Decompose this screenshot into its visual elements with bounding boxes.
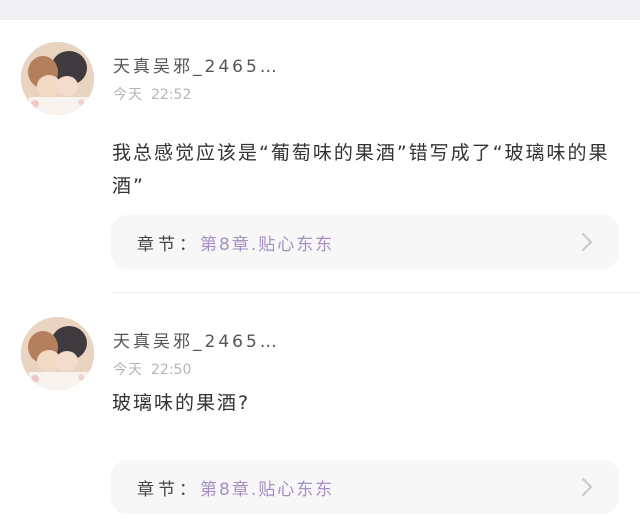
username[interactable]: 天真吴邪_2465… xyxy=(113,52,280,77)
avatar[interactable] xyxy=(21,317,94,390)
avatar[interactable] xyxy=(21,42,94,115)
timestamp-date: 今天 xyxy=(113,87,143,103)
avatar-image xyxy=(21,317,94,390)
chapter-link[interactable]: 第8章.贴心东东 xyxy=(200,475,334,500)
comment-text: 玻璃味的果酒? xyxy=(112,392,251,414)
comment-text: 我总感觉应该是“葡萄味的果酒”错写成了“玻璃味的果酒” xyxy=(112,142,610,197)
chapter-label: 章节： xyxy=(137,234,200,255)
timestamp: 今天 22:50 xyxy=(113,359,191,379)
chevron-right-icon xyxy=(582,478,592,496)
chapter-label: 章节： xyxy=(137,479,200,500)
divider xyxy=(111,292,640,293)
chapter-link-bar[interactable]: 章节： 第8章.贴心东东 xyxy=(111,460,619,514)
username[interactable]: 天真吴邪_2465… xyxy=(113,327,280,352)
timestamp: 今天 22:52 xyxy=(113,84,191,104)
timestamp-date: 今天 xyxy=(113,362,143,378)
chevron-right-icon xyxy=(582,233,592,251)
chapter-link[interactable]: 第8章.贴心东东 xyxy=(200,230,334,255)
timestamp-time: 22:50 xyxy=(151,362,192,378)
top-strip xyxy=(0,0,640,20)
chapter-link-bar[interactable]: 章节： 第8章.贴心东东 xyxy=(111,215,619,269)
timestamp-time: 22:52 xyxy=(151,87,192,103)
avatar-image xyxy=(21,42,94,115)
